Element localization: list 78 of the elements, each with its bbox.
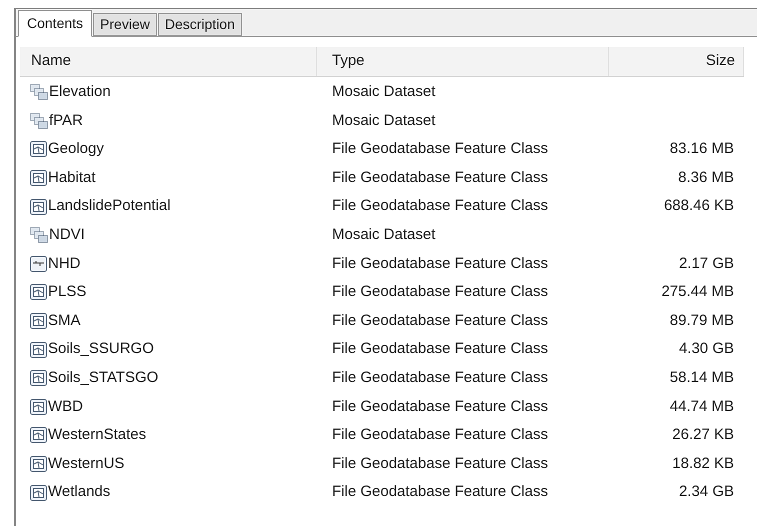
item-name: Habitat (48, 168, 96, 188)
tab[interactable]: Contents (18, 10, 92, 37)
table-row[interactable]: Elevation Mosaic Dataset (20, 78, 744, 107)
item-size: 44.74 MB (670, 396, 734, 417)
item-size: 688.46 KB (664, 196, 734, 216)
item-type: Mosaic Dataset (332, 226, 436, 244)
column-header[interactable]: Name (20, 47, 317, 76)
mosaic-grid-icon (30, 112, 48, 129)
polygon-layer-icon (30, 284, 47, 300)
item-size: 89.79 MB (670, 310, 734, 331)
polygon-layer-icon (30, 398, 47, 415)
item-type: File Geodatabase Feature Class (332, 197, 548, 214)
item-size: 18.82 KB (672, 454, 734, 474)
tab[interactable]: Description (158, 13, 242, 36)
item-name: LandslidePotential (48, 196, 171, 216)
item-name: SMA (48, 310, 81, 331)
table-row[interactable]: WesternStates File Geodatabase Feature Class 26.27 KB (20, 421, 744, 450)
polygon-layer-icon (30, 170, 47, 186)
column-header[interactable]: Size (609, 47, 744, 76)
item-type: File Geodatabase Feature Class (332, 254, 548, 272)
polygon-layer-icon (30, 141, 47, 158)
item-type: File Geodatabase Feature Class (332, 168, 548, 186)
table-row[interactable]: Soils_SSURGO File Geodatabase Feature Class 4.30 GB (20, 335, 744, 364)
tab[interactable]: Preview (93, 13, 157, 36)
table-row[interactable]: PLSS File Geodatabase Feature Class 275.44 MB (20, 278, 744, 307)
mosaic-grid-icon (30, 227, 48, 244)
item-type: File Geodatabase Feature Class (332, 283, 548, 300)
polygon-layer-icon (30, 484, 47, 501)
item-name: NHD (48, 254, 80, 274)
item-name: Soils_STATSGO (48, 368, 158, 388)
item-name: NDVI (49, 225, 85, 246)
table-row[interactable]: Wetlands File Geodatabase Feature Class 2.34 GB (20, 478, 744, 507)
table-row[interactable]: NHD File Geodatabase Feature Class 2.17 GB (20, 250, 744, 278)
polygon-layer-icon (30, 198, 47, 215)
mosaic-grid-icon (30, 84, 48, 100)
item-type: File Geodatabase Feature Class (332, 426, 548, 444)
polygon-layer-icon (30, 370, 47, 386)
item-name: WesternUS (48, 454, 124, 474)
item-name: Soils_SSURGO (48, 339, 154, 360)
item-name: PLSS (48, 282, 86, 302)
item-name: Geology (48, 139, 104, 160)
item-name: WBD (48, 396, 83, 417)
table-row[interactable]: Soils_STATSGO File Geodatabase Feature Class 58.14 MB (20, 364, 744, 393)
table-row[interactable]: WesternUS File Geodatabase Feature Class 18.82 KB (20, 450, 744, 478)
item-type: File Geodatabase Feature Class (332, 368, 548, 386)
item-type: File Geodatabase Feature Class (332, 398, 548, 415)
column-header[interactable]: Type (317, 47, 609, 76)
item-type: File Geodatabase Feature Class (332, 140, 548, 158)
item-size: 4.30 GB (678, 339, 734, 360)
polygon-layer-icon (30, 456, 47, 472)
item-type: File Geodatabase Feature Class (332, 483, 548, 500)
item-size: 8.36 MB (678, 168, 734, 188)
item-name: WesternStates (48, 425, 146, 446)
item-type: Mosaic Dataset (332, 112, 436, 129)
polygon-layer-icon (30, 427, 47, 444)
table-row[interactable]: Geology File Geodatabase Feature Class 83.16 MB (20, 135, 744, 164)
item-type: File Geodatabase Feature Class (332, 454, 548, 472)
item-size: 83.16 MB (670, 139, 734, 160)
item-type: File Geodatabase Feature Class (332, 340, 548, 358)
table-row[interactable]: SMA File Geodatabase Feature Class 89.79 MB (20, 306, 744, 336)
item-type: File Geodatabase Feature Class (332, 312, 548, 329)
item-name: fPAR (49, 110, 83, 131)
polygon-layer-icon (30, 313, 47, 330)
item-size: 275.44 MB (661, 282, 734, 302)
line-layer-icon (30, 256, 47, 272)
item-name: Wetlands (48, 482, 110, 502)
table-row[interactable]: WBD File Geodatabase Feature Class 44.74 MB (20, 392, 744, 422)
polygon-layer-icon (30, 342, 47, 358)
table-row[interactable]: Habitat File Geodatabase Feature Class 8.36 MB (20, 164, 744, 192)
table-row[interactable]: fPAR Mosaic Dataset (20, 106, 744, 136)
item-size: 58.14 MB (670, 368, 734, 388)
item-name: Elevation (49, 82, 111, 102)
item-size: 2.34 GB (678, 482, 734, 502)
table-row[interactable]: LandslidePotential File Geodatabase Feature Class 688.46 KB (20, 192, 744, 221)
item-size: 26.27 KB (672, 425, 734, 446)
item-size: 2.17 GB (678, 254, 734, 274)
table-row[interactable]: NDVI Mosaic Dataset (20, 220, 744, 250)
item-type: Mosaic Dataset (332, 83, 436, 100)
